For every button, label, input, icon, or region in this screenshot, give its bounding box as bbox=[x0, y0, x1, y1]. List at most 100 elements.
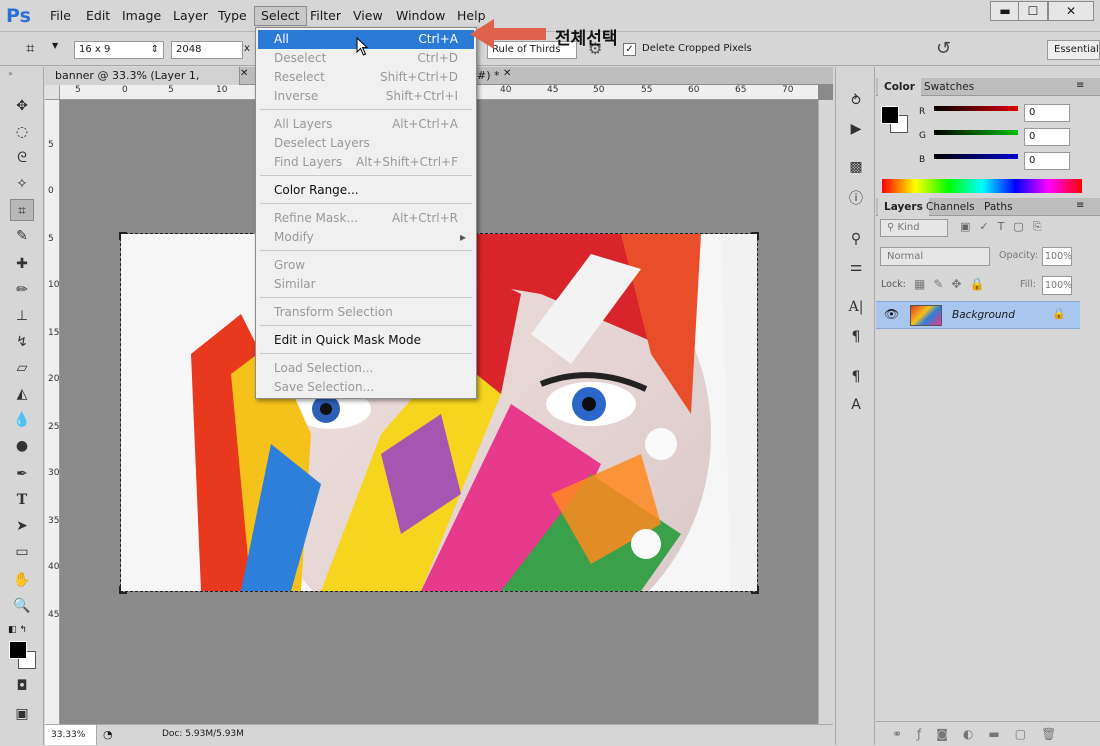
menu-item-all-layers[interactable]: All Layers Alt+Ctrl+A bbox=[258, 115, 474, 134]
menu-item-transform-selection[interactable]: Transform Selection bbox=[258, 303, 474, 322]
vertical-scrollbar[interactable] bbox=[818, 100, 833, 724]
screen-mode-icon[interactable]: ▣ bbox=[10, 703, 34, 725]
blur-tool-icon[interactable]: 💧 bbox=[10, 409, 34, 431]
close-button[interactable]: ✕ bbox=[1048, 1, 1094, 21]
menu-item-deselect-layers[interactable]: Deselect Layers bbox=[258, 134, 474, 153]
lasso-tool-icon[interactable]: ᘓ bbox=[10, 147, 34, 169]
paint-bucket-icon[interactable]: ◭ bbox=[10, 383, 34, 405]
green-slider[interactable] bbox=[934, 130, 1018, 135]
adjustments-icon[interactable]: ⚌ bbox=[846, 257, 866, 277]
red-slider[interactable] bbox=[934, 106, 1018, 111]
menu-item-load-selection[interactable]: Load Selection... bbox=[258, 359, 474, 378]
brush-tool-icon[interactable]: ✏ bbox=[10, 279, 34, 301]
move-tool-icon[interactable]: ✥ bbox=[10, 95, 34, 117]
menu-image[interactable]: Image bbox=[116, 6, 167, 26]
color-fg-swatch[interactable] bbox=[881, 106, 899, 124]
chevron-down-icon[interactable]: ▼ bbox=[52, 41, 58, 50]
close-tab-2-icon[interactable]: ✕ bbox=[503, 68, 511, 79]
tab-paths[interactable]: Paths bbox=[978, 198, 1019, 216]
foreground-color-swatch[interactable] bbox=[9, 641, 27, 659]
menu-item-quick-mask[interactable]: Edit in Quick Mask Mode bbox=[258, 331, 474, 350]
tab-swatches[interactable]: Swatches bbox=[918, 78, 980, 96]
document-tab-2[interactable]: #) * bbox=[477, 69, 500, 82]
delete-cropped-checkbox[interactable]: ✓ bbox=[623, 43, 636, 56]
menu-item-modify[interactable]: Modify ▸ bbox=[258, 228, 474, 247]
vertical-ruler[interactable]: 5 0 5 10 15 20 25 30 35 40 45 bbox=[45, 100, 60, 724]
info-icon[interactable]: ◔ bbox=[103, 728, 113, 741]
dodge-tool-icon[interactable]: ● bbox=[10, 435, 34, 457]
layer-name[interactable]: Background bbox=[952, 309, 1015, 321]
magic-wand-icon[interactable]: ✧ bbox=[10, 173, 34, 195]
menu-window[interactable]: Window bbox=[390, 6, 451, 26]
marquee-tool-icon[interactable]: ◌ bbox=[10, 121, 34, 143]
crop-handle[interactable] bbox=[751, 586, 759, 594]
paragraph-icon[interactable]: ¶ bbox=[846, 327, 866, 347]
minimize-button[interactable]: ▬ bbox=[990, 1, 1020, 21]
character-icon[interactable]: A| bbox=[846, 297, 866, 317]
blend-mode-select[interactable]: Normal bbox=[880, 247, 990, 266]
layer-row[interactable]: 👁 Background 🔒 bbox=[876, 301, 1080, 329]
layers-menu-icon[interactable]: ≡ bbox=[1076, 200, 1084, 211]
fill-input[interactable]: 100% bbox=[1042, 276, 1072, 295]
crop-handle[interactable] bbox=[751, 232, 759, 240]
collapse-icon[interactable]: » bbox=[8, 69, 13, 78]
history-icon[interactable]: ⥁ bbox=[846, 91, 866, 111]
filter-icons[interactable]: ▣✓T▢⎘ bbox=[960, 220, 1051, 234]
menu-file[interactable]: File bbox=[44, 6, 77, 26]
blue-slider[interactable] bbox=[934, 154, 1018, 159]
eyedropper-icon[interactable]: ✎ bbox=[10, 225, 34, 247]
red-value-input[interactable]: 0 bbox=[1024, 104, 1070, 122]
pen-tool-icon[interactable]: ✒ bbox=[10, 463, 34, 485]
healing-brush-icon[interactable]: ✚ bbox=[10, 253, 34, 275]
layers-footer-icons[interactable]: ⚭ƒ◙◐▬▢🗑 bbox=[876, 721, 1100, 745]
actions-play-icon[interactable]: ▶ bbox=[846, 119, 866, 139]
menu-item-color-range[interactable]: Color Range... bbox=[258, 181, 474, 200]
close-tab-icon[interactable]: ✕ bbox=[240, 68, 252, 79]
paragraph-styles-icon[interactable]: ¶ bbox=[846, 367, 866, 387]
history-brush-icon[interactable]: ↯ bbox=[10, 331, 34, 353]
menu-select[interactable]: Select bbox=[254, 6, 307, 26]
opacity-input[interactable]: 100% bbox=[1042, 247, 1072, 266]
brush-presets-icon[interactable]: ⚲ bbox=[846, 229, 866, 249]
menu-item-find-layers[interactable]: Find Layers Alt+Shift+Ctrl+F bbox=[258, 153, 474, 172]
menu-item-save-selection[interactable]: Save Selection... bbox=[258, 378, 474, 397]
document-tab[interactable]: banner @ 33.3% (Layer 1, RGB/8) * bbox=[45, 67, 240, 100]
color-spectrum-ramp[interactable] bbox=[882, 179, 1082, 193]
menu-edit[interactable]: Edit bbox=[80, 6, 116, 26]
eraser-icon[interactable]: ▱ bbox=[10, 357, 34, 379]
crop-handle[interactable] bbox=[119, 232, 127, 240]
info-panel-icon[interactable]: ⓘ bbox=[846, 189, 866, 209]
menu-type[interactable]: Type bbox=[212, 6, 253, 26]
menu-filter[interactable]: Filter bbox=[304, 6, 347, 26]
lock-icons[interactable]: ▦✎✥🔒 bbox=[914, 277, 992, 291]
rectangle-tool-icon[interactable]: ▭ bbox=[10, 541, 34, 563]
3d-icon[interactable]: ▩ bbox=[846, 157, 866, 177]
crop-handle[interactable] bbox=[119, 586, 127, 594]
maximize-button[interactable]: ☐ bbox=[1018, 1, 1048, 21]
zoom-tool-icon[interactable]: 🔍 bbox=[10, 595, 34, 617]
tab-channels[interactable]: Channels bbox=[920, 198, 981, 216]
menu-item-reselect[interactable]: Reselect Shift+Ctrl+D bbox=[258, 68, 474, 87]
tab-color[interactable]: Color bbox=[878, 78, 921, 96]
menu-view[interactable]: View bbox=[347, 6, 389, 26]
menu-item-similar[interactable]: Similar bbox=[258, 275, 474, 294]
crop-tool-icon[interactable]: ⌗ bbox=[10, 199, 34, 221]
path-selection-icon[interactable]: ➤ bbox=[10, 515, 34, 537]
menu-item-refine-mask[interactable]: Refine Mask... Alt+Ctrl+R bbox=[258, 209, 474, 228]
crop-width-input[interactable]: 2048 bbox=[171, 41, 243, 59]
crop-icon[interactable]: ⌗ bbox=[26, 39, 46, 59]
blue-value-input[interactable]: 0 bbox=[1024, 152, 1070, 170]
default-colors-icon[interactable]: ◧ ↰ bbox=[8, 625, 27, 635]
hand-tool-icon[interactable]: ✋ bbox=[10, 569, 34, 591]
menu-item-inverse[interactable]: Inverse Shift+Ctrl+I bbox=[258, 87, 474, 106]
stamp-tool-icon[interactable]: ⊥ bbox=[10, 305, 34, 327]
reset-icon[interactable]: ↺ bbox=[936, 38, 951, 59]
workspace-button[interactable]: Essential bbox=[1047, 40, 1100, 60]
green-value-input[interactable]: 0 bbox=[1024, 128, 1070, 146]
type-tool-icon[interactable]: T bbox=[10, 489, 34, 511]
visibility-eye-icon[interactable]: 👁 bbox=[884, 307, 899, 321]
panel-menu-icon[interactable]: ≡ bbox=[1076, 80, 1084, 91]
quick-mask-icon[interactable]: ◘ bbox=[10, 675, 34, 697]
kind-filter-select[interactable]: ⚲ Kind bbox=[880, 219, 948, 237]
menu-item-grow[interactable]: Grow bbox=[258, 256, 474, 275]
